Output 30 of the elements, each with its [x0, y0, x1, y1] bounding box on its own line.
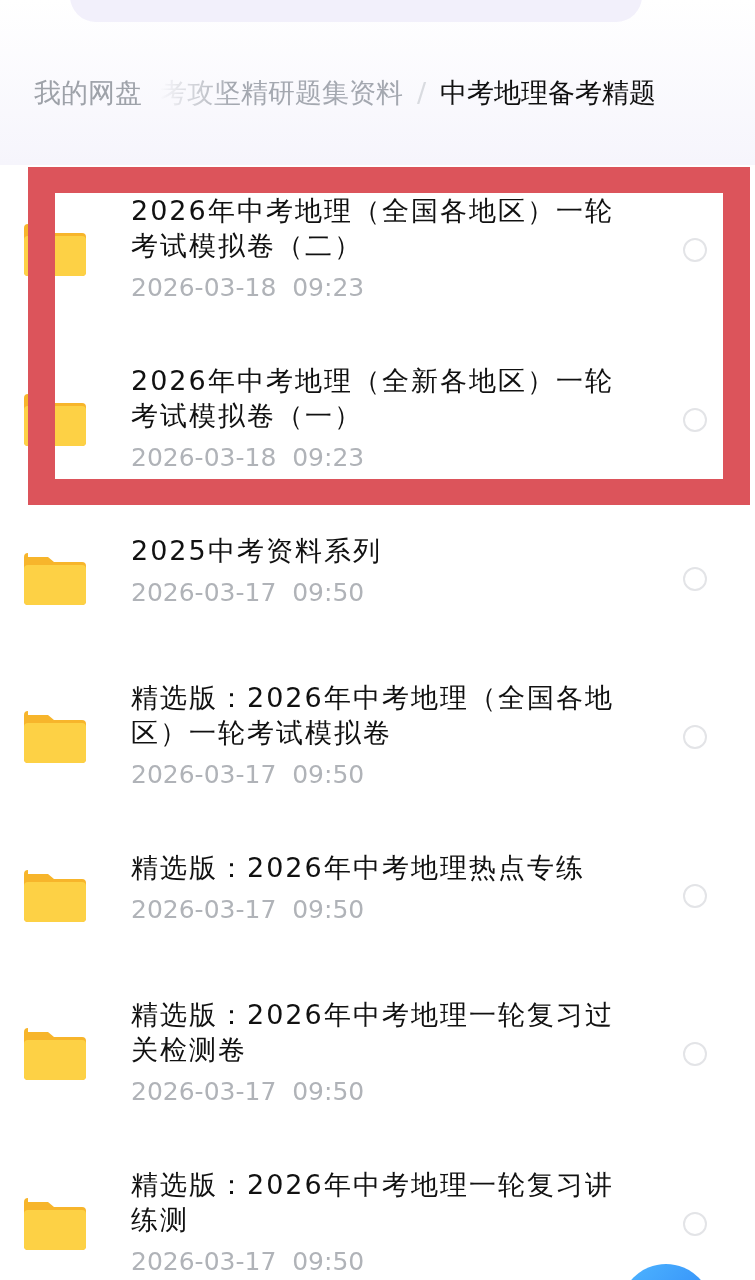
folder-icon	[24, 711, 86, 763]
select-radio[interactable]	[683, 1042, 707, 1066]
select-radio[interactable]	[683, 566, 707, 591]
folder-name: 精选版：2026年中考地理热点专练	[131, 851, 586, 885]
folder-date: 2026-03-17 09:50	[131, 759, 365, 791]
folder-icon	[24, 552, 86, 605]
folder-name: 精选版：2026年中考地理一轮复习讲练测	[131, 1168, 615, 1237]
folder-name: 2026年中考地理（全新各地区）一轮考试模拟卷（一）	[131, 364, 615, 433]
breadcrumb-item[interactable]: 中考地理备考精题	[440, 74, 657, 112]
folder-date: 2026-03-17 09:50	[131, 577, 365, 609]
select-radio[interactable]	[683, 238, 707, 262]
folder-name: 精选版：2026年中考地理一轮复习过关检测卷	[131, 998, 615, 1067]
select-radio[interactable]	[683, 883, 707, 908]
folder-icon	[24, 869, 86, 922]
select-radio[interactable]	[683, 1212, 707, 1236]
folder-icon	[24, 1198, 86, 1250]
folder-date: 2026-03-17 09:50	[131, 1246, 365, 1278]
folder-name: 2026年中考地理（全国各地区）一轮考试模拟卷（二）	[131, 194, 615, 263]
breadcrumb-separator: /	[417, 76, 427, 110]
folder-icon	[24, 1028, 86, 1080]
folder-name: 精选版：2026年中考地理（全国各地区）一轮考试模拟卷	[131, 681, 615, 750]
folder-date: 2026-03-17 09:50	[131, 1076, 365, 1108]
folder-date: 2026-03-18 09:23	[131, 442, 365, 474]
folder-icon	[24, 394, 86, 446]
folder-date: 2026-03-17 09:50	[131, 894, 365, 926]
folder-icon	[24, 224, 86, 276]
folder-date: 2026-03-18 09:23	[131, 272, 365, 304]
folder-name: 2025中考资料系列	[131, 534, 383, 568]
select-radio[interactable]	[683, 725, 707, 749]
select-radio[interactable]	[683, 408, 707, 432]
